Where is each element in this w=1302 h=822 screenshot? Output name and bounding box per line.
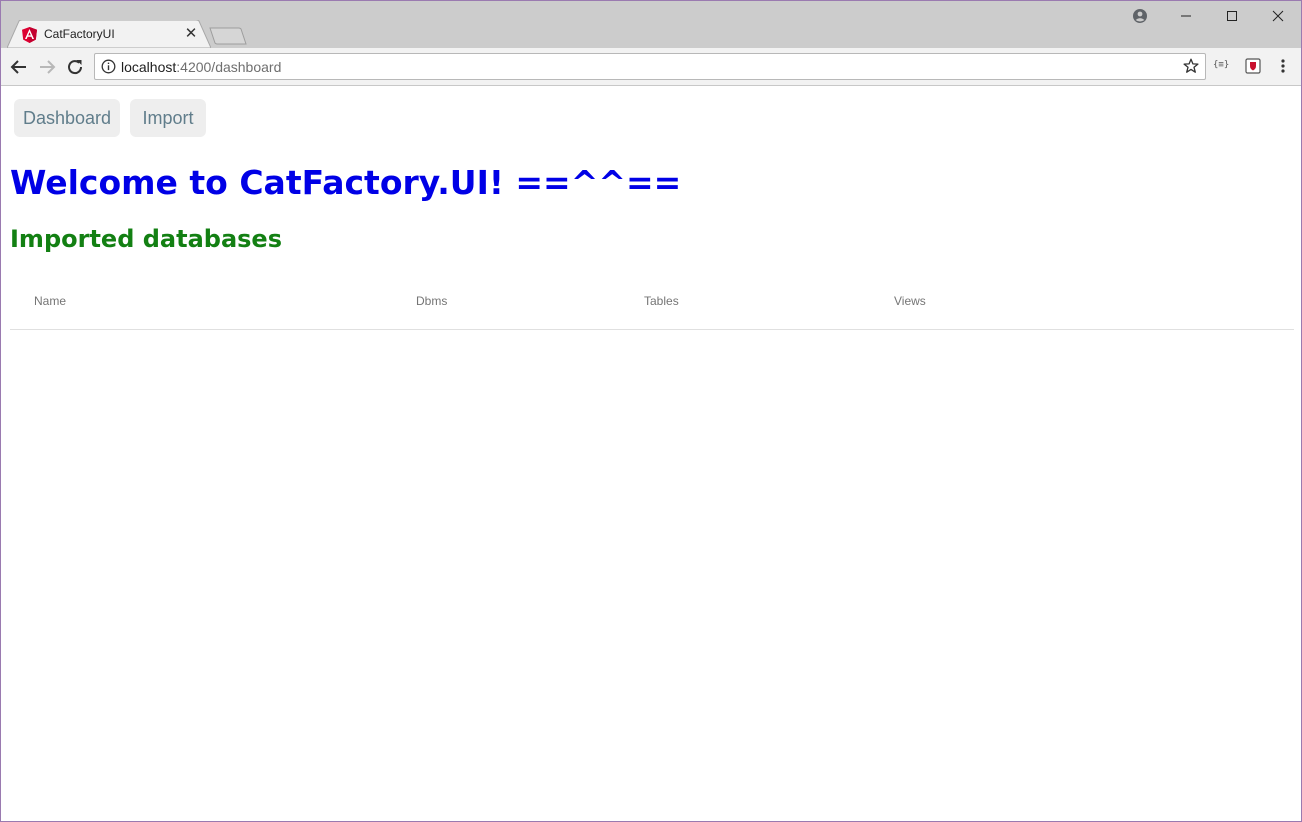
forward-arrow-icon[interactable]: [37, 57, 57, 77]
browser-window: CatFactoryUI ✕ localhost:4200/dashboard …: [0, 0, 1302, 822]
column-header-dbms[interactable]: Dbms: [416, 294, 447, 308]
maximize-icon: [1227, 11, 1237, 21]
maximize-button[interactable]: [1209, 1, 1255, 31]
close-icon: [1272, 10, 1284, 22]
url-host: localhost: [121, 59, 177, 75]
info-icon[interactable]: [101, 59, 116, 74]
browser-toolbar: localhost:4200/dashboard {≡}: [1, 48, 1301, 86]
page-content: Dashboard Import Welcome to CatFactory.U…: [1, 86, 1301, 821]
column-header-tables[interactable]: Tables: [644, 294, 679, 308]
shield-extension-icon[interactable]: [1245, 58, 1261, 74]
import-nav-button[interactable]: Import: [130, 99, 206, 137]
column-header-name[interactable]: Name: [34, 294, 66, 308]
page-title: Welcome to CatFactory.UI! ==^^==: [10, 163, 682, 202]
bookmark-star-icon[interactable]: [1183, 58, 1199, 74]
tab-strip: CatFactoryUI ✕: [1, 1, 1301, 48]
databases-table-header: Name Dbms Tables Views: [10, 276, 1294, 330]
back-arrow-icon[interactable]: [9, 57, 29, 77]
json-formatter-icon[interactable]: {≡}: [1213, 60, 1229, 70]
section-heading: Imported databases: [10, 225, 282, 253]
tab-title: CatFactoryUI: [44, 27, 115, 41]
minimize-button[interactable]: [1163, 1, 1209, 31]
dashboard-nav-button[interactable]: Dashboard: [14, 99, 120, 137]
profile-icon[interactable]: [1132, 8, 1148, 24]
close-window-button[interactable]: [1255, 1, 1301, 31]
url-text[interactable]: localhost:4200/dashboard: [121, 60, 281, 74]
tab-close-icon[interactable]: ✕: [183, 26, 199, 42]
column-header-views[interactable]: Views: [894, 294, 926, 308]
url-path: :4200/dashboard: [176, 59, 282, 75]
address-bar[interactable]: localhost:4200/dashboard: [94, 53, 1206, 80]
minimize-icon: [1181, 15, 1191, 17]
reload-icon[interactable]: [65, 57, 85, 77]
more-menu-icon[interactable]: [1277, 58, 1289, 74]
angular-logo-icon: [22, 27, 37, 43]
tab-catfactoryui[interactable]: CatFactoryUI ✕: [7, 20, 211, 48]
new-tab-button[interactable]: [209, 27, 247, 45]
